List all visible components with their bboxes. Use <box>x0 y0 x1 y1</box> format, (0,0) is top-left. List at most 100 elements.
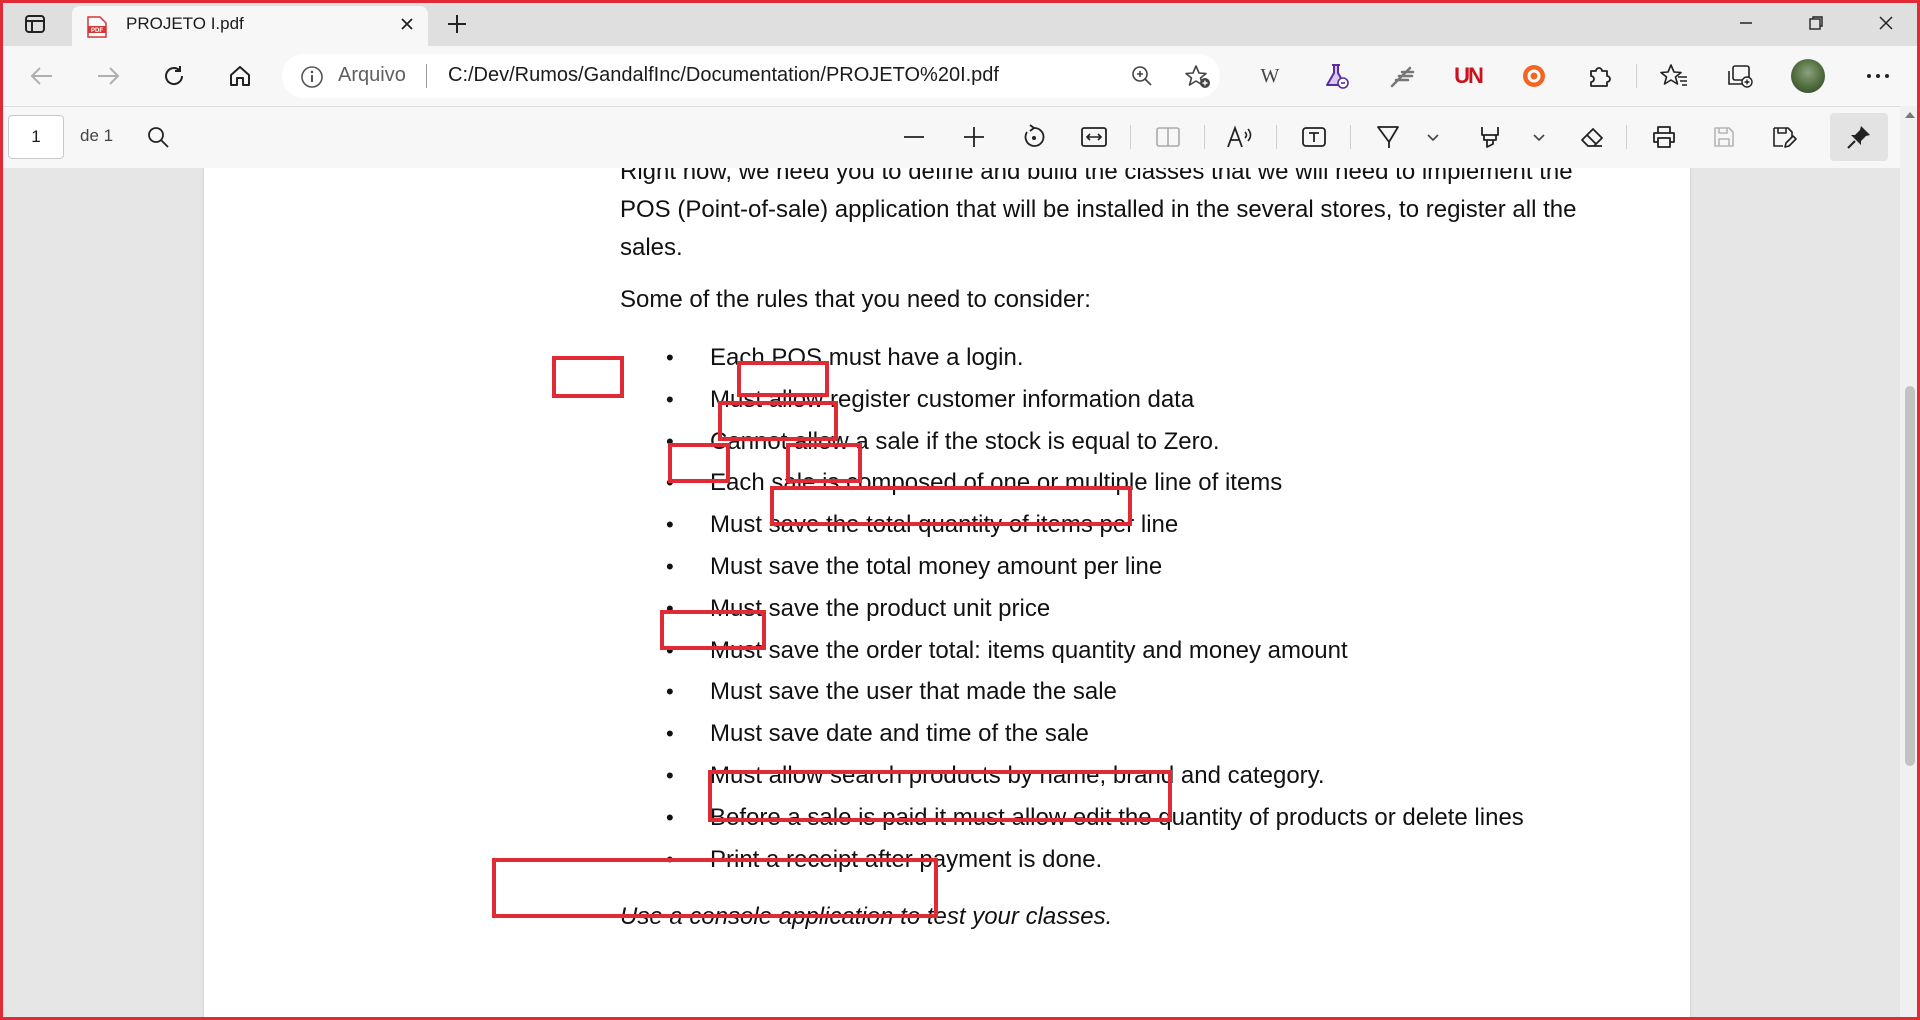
draw-options-dropdown[interactable] <box>1422 119 1444 155</box>
close-window-button[interactable] <box>1856 6 1916 40</box>
extensions-button[interactable] <box>1582 58 1618 94</box>
flask-extension[interactable] <box>1318 58 1354 94</box>
back-button[interactable] <box>24 58 60 94</box>
toolbar-divider <box>1130 125 1131 149</box>
rules-heading: Some of the rules that you need to consi… <box>620 286 1091 313</box>
info-icon[interactable] <box>300 65 324 89</box>
minimize-icon <box>1740 22 1752 24</box>
orange-extension[interactable] <box>1516 58 1552 94</box>
pdf-viewer[interactable]: Right now, we need you to define and bui… <box>0 168 1900 1020</box>
feather-icon <box>1390 66 1415 88</box>
fit-width-icon <box>1081 127 1107 147</box>
scroll-up-icon[interactable] <box>1904 110 1916 120</box>
highlighter-icon <box>1481 127 1499 148</box>
rule-text: Cannot allow a sale if the stock is equa… <box>710 427 1220 455</box>
wikipedia-w-icon: W <box>1260 64 1280 87</box>
bullet-icon: • <box>666 428 674 454</box>
pin-toolbar-button[interactable] <box>1830 113 1888 161</box>
find-button[interactable] <box>140 119 176 155</box>
active-tab[interactable]: PDF PROJETO I.pdf <box>72 6 428 46</box>
bullet-icon: • <box>666 512 674 538</box>
collections-button[interactable] <box>1722 58 1758 94</box>
erase-button[interactable] <box>1574 119 1610 155</box>
rule-text: Must save the product unit price <box>710 594 1051 622</box>
save-as-icon <box>1773 127 1797 148</box>
bullet-icon: • <box>666 846 674 872</box>
list-item: • Must save the product unit price <box>620 588 1620 630</box>
refresh-button[interactable] <box>156 58 192 94</box>
rule-text: Must allow register customer information… <box>710 385 1195 413</box>
bullet-icon: • <box>666 470 674 496</box>
zoom-in-button[interactable] <box>956 119 992 155</box>
zoom-out-button[interactable] <box>896 119 932 155</box>
feather-extension[interactable] <box>1384 58 1420 94</box>
draw-button[interactable] <box>1370 119 1406 155</box>
closing-note: Use a console application to test your c… <box>620 903 1113 931</box>
pdf-toolbar: de 1 <box>0 107 1920 169</box>
settings-menu-button[interactable] <box>1860 58 1896 94</box>
more-options-icon <box>1867 74 1889 78</box>
rule-text: Must save the total quantity of items pe… <box>710 511 1179 539</box>
eraser-icon <box>1581 128 1603 147</box>
list-item: • Must save the total money amount per li… <box>620 546 1620 588</box>
save-icon <box>1714 127 1734 147</box>
zoom-icon[interactable] <box>1130 64 1154 88</box>
rule-text: Each sale is composed of one or multiple… <box>710 469 1283 497</box>
home-button[interactable] <box>222 58 258 94</box>
add-text-button[interactable] <box>1296 119 1332 155</box>
save-button[interactable] <box>1706 119 1742 155</box>
bullet-icon: • <box>666 804 674 830</box>
arrow-left-icon <box>30 67 52 85</box>
rule-text: Each POS must have a login. <box>710 344 1024 371</box>
scrollbar-thumb[interactable] <box>1905 386 1915 766</box>
close-tab-icon[interactable] <box>398 15 416 33</box>
rule-text: Print a receipt after payment is done. <box>710 845 1103 873</box>
rule-text: Must save the order total: items quantit… <box>710 636 1348 664</box>
wikipedia-extension[interactable]: W <box>1252 58 1288 94</box>
svg-text:PDF: PDF <box>91 28 103 34</box>
rotate-button[interactable] <box>1016 119 1052 155</box>
list-item: • Each sale is composed of one or multipl… <box>620 462 1620 504</box>
toolbar-divider <box>1204 125 1205 149</box>
read-aloud-button[interactable] <box>1222 119 1258 155</box>
favorites-button[interactable] <box>1656 58 1692 94</box>
list-item: • Must save the user that made the sale <box>620 671 1620 713</box>
address-url[interactable]: C:/Dev/Rumos/GandalfInc/Documentation/PR… <box>448 64 999 87</box>
chevron-down-icon <box>1533 134 1545 142</box>
bullet-icon: • <box>666 762 674 788</box>
restore-button[interactable] <box>1786 6 1846 40</box>
toolbar-divider <box>1350 125 1351 149</box>
print-button[interactable] <box>1646 119 1682 155</box>
un-extension[interactable]: UN <box>1450 58 1486 94</box>
list-item: • Each POS must have a login. <box>620 337 1620 379</box>
rules-list: • Each POS must have a login. • Must allow… <box>620 337 1620 880</box>
rule-text: Must save the user that made the sale <box>710 678 1117 706</box>
add-favorite-icon[interactable] <box>1184 64 1212 90</box>
save-as-button[interactable] <box>1766 119 1802 155</box>
pdf-icon: PDF <box>87 16 107 38</box>
vertical-scrollbar[interactable] <box>1900 106 1920 1020</box>
forward-button[interactable] <box>90 58 126 94</box>
list-item: • Must save date and time of the sale <box>620 713 1620 755</box>
list-item: • Must allow register customer informatio… <box>620 379 1620 421</box>
new-tab-button[interactable] <box>440 10 474 38</box>
page-view-button[interactable] <box>1150 119 1186 155</box>
restore-icon <box>1809 16 1823 30</box>
list-item: • Print a receipt after payment is done. <box>620 839 1620 881</box>
bullet-icon: • <box>666 386 674 412</box>
read-aloud-icon <box>1227 125 1252 148</box>
arrow-right-icon <box>98 67 120 85</box>
fit-to-width-button[interactable] <box>1076 119 1112 155</box>
page-number-input[interactable] <box>8 115 64 159</box>
list-item: • Before a sale is paid it must allow edi… <box>620 797 1620 839</box>
highlight-options-dropdown[interactable] <box>1528 119 1550 155</box>
close-icon <box>1879 16 1893 30</box>
highlight-button[interactable] <box>1472 119 1508 155</box>
bullet-icon: • <box>666 345 674 370</box>
list-item: • Must save the order total: items quanti… <box>620 630 1620 672</box>
minimize-button[interactable] <box>1716 6 1776 40</box>
list-item: • Must allow search products by name, bra… <box>620 755 1620 797</box>
profile-button[interactable] <box>1790 58 1826 94</box>
tab-actions-button[interactable] <box>20 10 50 38</box>
address-bar[interactable]: Arquivo C:/Dev/Rumos/GandalfInc/Document… <box>282 54 1220 98</box>
